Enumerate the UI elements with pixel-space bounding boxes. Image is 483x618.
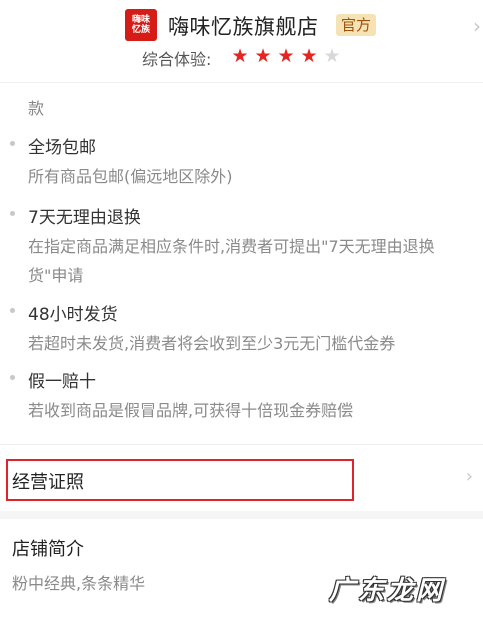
chevron-right-icon[interactable]: ›: [473, 14, 481, 38]
service-title: 假一赔十: [28, 372, 96, 392]
official-badge: 官方: [336, 14, 377, 36]
bullet-icon: [10, 375, 15, 380]
bullet-icon: [10, 211, 15, 216]
shop-header: 嗨味 忆族 嗨味忆族旗舰店 官方 › 综合体验: ★ ★ ★ ★ ★: [0, 0, 483, 83]
service-desc: 若收到商品是假冒品牌,可获得十倍现金券赔偿: [28, 401, 354, 420]
license-row[interactable]: 经营证照 ›: [0, 445, 483, 511]
star-filled-icon: ★: [300, 45, 318, 67]
service-title: 48小时发货: [28, 305, 118, 325]
service-desc: 在指定商品满足相应条件时,消费者可提出"7天无理由退换货"申请: [28, 237, 435, 285]
intro-desc: 粉中经典,条条精华: [12, 574, 146, 593]
service-title: 7天无理由退换: [28, 208, 141, 228]
rating-stars: ★ ★ ★ ★ ★: [230, 45, 342, 67]
rating-label: 综合体验:: [142, 50, 212, 69]
bullet-icon: [10, 141, 15, 146]
watermark: 广东龙网: [328, 576, 445, 606]
service-desc: 所有商品包邮(偏远地区除外): [28, 167, 233, 186]
partial-text: 款: [28, 99, 45, 118]
star-filled-icon: ★: [277, 45, 295, 67]
service-desc: 若超时未发货,消费者将会收到至少3元无门槛代金券: [28, 334, 396, 353]
shop-name[interactable]: 嗨味忆族旗舰店: [168, 11, 319, 41]
logo-text-line2: 忆族: [131, 25, 150, 35]
section-gap: [0, 511, 483, 519]
star-empty-icon: ★: [323, 45, 341, 67]
shop-logo[interactable]: 嗨味 忆族: [125, 9, 157, 41]
star-filled-icon: ★: [231, 45, 249, 67]
star-filled-icon: ★: [254, 45, 272, 67]
logo-text-line1: 嗨味: [131, 15, 150, 25]
bullet-icon: [10, 308, 15, 313]
service-title: 全场包邮: [28, 138, 96, 158]
license-label: 经营证照: [12, 472, 84, 493]
intro-title: 店铺简介: [12, 539, 84, 560]
chevron-right-icon: ›: [465, 466, 473, 487]
